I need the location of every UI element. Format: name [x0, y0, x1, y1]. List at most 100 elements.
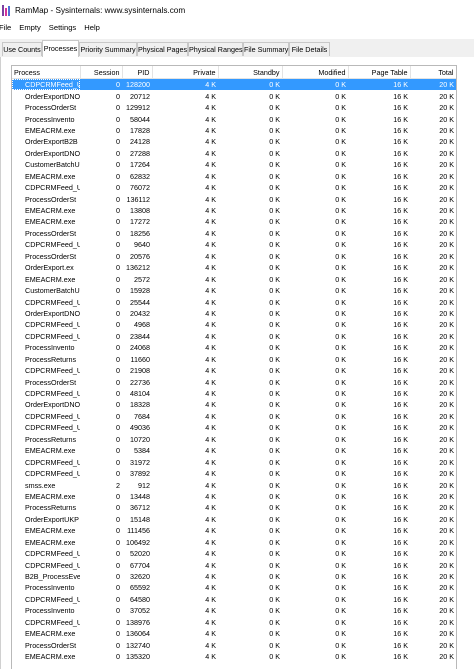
table-row[interactable]: ProcessInvento 0 37052 4 K 0 K 0 K 16 K 20 K	[12, 605, 456, 616]
menu-help[interactable]: Help	[84, 23, 105, 32]
cell-modified: 0 K	[335, 629, 346, 639]
cell-modified: 0 K	[335, 114, 346, 124]
cell-total: 20 K	[439, 297, 454, 307]
table-row[interactable]: ProcessOrderSt 0 136112 4 K 0 K 0 K 16 K 20 K	[12, 193, 456, 204]
table-row[interactable]: ProcessInvento 0 65592 4 K 0 K 0 K 16 K 20 K	[12, 582, 456, 593]
table-row[interactable]: OrderExport.ex 0 136212 4 K 0 K 0 K 16 K 20 K	[12, 262, 456, 273]
cell-pid: 2572	[134, 274, 150, 284]
column-header-total[interactable]: Total	[410, 66, 456, 79]
menu-file[interactable]: File	[0, 23, 16, 32]
column-header-standby[interactable]: Standby	[218, 66, 283, 79]
table-row[interactable]: EMEACRM.exe 0 5384 4 K 0 K 0 K 16 K 20 K	[12, 445, 456, 456]
table-row[interactable]: ProcessOrderSt 0 132740 4 K 0 K 0 K 16 K 20 K	[12, 639, 456, 650]
table-row[interactable]: ProcessInvento 0 58044 4 K 0 K 0 K 16 K 20 K	[12, 113, 456, 124]
table-row[interactable]: CDPCRMFeed_UK.. 0 138976 4 K 0 K 0 K 16 K 20 K	[12, 617, 456, 628]
cell-total: 20 K	[439, 114, 454, 124]
table-row[interactable]: ProcessOrderSt 0 20576 4 K 0 K 0 K 16 K 20 K	[12, 251, 456, 262]
cell-pid: 65592	[130, 583, 150, 593]
tab-priority-summary[interactable]: Priority Summary	[79, 42, 137, 56]
table-row[interactable]: CustomerBatchU 0 15928 4 K 0 K 0 K 16 K 20 K	[12, 285, 456, 296]
cell-private: 4 K	[205, 514, 216, 524]
table-row[interactable]: OrderExportDNO 0 20712 4 K 0 K 0 K 16 K 20 K	[12, 90, 456, 101]
table-row[interactable]: OrderExportB2B 0 24128 4 K 0 K 0 K 16 K 20 K	[12, 136, 456, 147]
cell-total: 20 K	[439, 652, 454, 662]
table-row[interactable]: CDPCRMFeed_UK.. 0 76072 4 K 0 K 0 K 16 K 20 K	[12, 182, 456, 193]
tab-use-counts[interactable]: Use Counts	[2, 42, 42, 56]
table-row[interactable]: EMEACRM.exe 0 17272 4 K 0 K 0 K 16 K 20 K	[12, 216, 456, 227]
cell-total: 20 K	[439, 91, 454, 101]
table-row[interactable]: EMEACRM.exe 0 2572 4 K 0 K 0 K 16 K 20 K	[12, 273, 456, 284]
cell-total: 20 K	[439, 469, 454, 479]
table-row[interactable]: CDPCRMFeed_UK.. 0 7684 4 K 0 K 0 K 16 K 20 K	[12, 411, 456, 422]
column-header-page-table[interactable]: Page Table	[348, 66, 411, 79]
menu-settings[interactable]: Settings	[49, 23, 81, 32]
table-row[interactable]: EMEACRM.exe 0 17828 4 K 0 K 0 K 16 K 20 K	[12, 125, 456, 136]
table-row[interactable]: CDPCRMFeed_UK.. 0 48104 4 K 0 K 0 K 16 K 20 K	[12, 388, 456, 399]
table-row[interactable]: OrderExportDNO 0 20432 4 K 0 K 0 K 16 K 20 K	[12, 308, 456, 319]
table-row[interactable]: CDPCRMFeed_UK..01282004 K0 K0 K16 K20 K	[12, 78, 456, 91]
table-row[interactable]: ProcessOrderSt 0 22736 4 K 0 K 0 K 16 K 20 K	[12, 376, 456, 387]
table-row[interactable]: EMEACRM.exe 0 136064 4 K 0 K 0 K 16 K 20 K	[12, 628, 456, 639]
table-row[interactable]: CDPCRMFeed_UK.. 0 21908 4 K 0 K 0 K 16 K 20 K	[12, 365, 456, 376]
tab-physical-ranges[interactable]: Physical Ranges	[188, 42, 243, 56]
cell-process-name: CustomerBatchU	[25, 160, 80, 170]
table-row[interactable]: CustomerBatchU 0 17264 4 K 0 K 0 K 16 K 20 K	[12, 159, 456, 170]
vertical-scrollbar[interactable]	[465, 65, 474, 669]
cell-pid: 9640	[134, 240, 150, 250]
cell-modified: 0 K	[335, 125, 346, 135]
column-header-pid[interactable]: PID	[122, 66, 153, 79]
table-row[interactable]: ProcessInvento 0 24068 4 K 0 K 0 K 16 K 20 K	[12, 342, 456, 353]
cell-process-name: EMEACRM.exe	[25, 446, 76, 456]
cell-process-name: EMEACRM.exe	[25, 537, 76, 547]
tab-physical-pages[interactable]: Physical Pages	[137, 42, 188, 56]
table-row[interactable]: EMEACRM.exe 0 13808 4 K 0 K 0 K 16 K 20 K	[12, 205, 456, 216]
cell-page-table: 16 K	[393, 606, 408, 616]
cell-session: 0	[116, 343, 120, 353]
tab-file-summary[interactable]: File Summary	[243, 42, 289, 56]
cell-session: 0	[116, 434, 120, 444]
tab-file-details[interactable]: File Details	[289, 42, 330, 56]
cell-session: 2	[116, 480, 120, 490]
table-row[interactable]: CDPCRMFeed_UK.. 0 67704 4 K 0 K 0 K 16 K 20 K	[12, 559, 456, 570]
cell-private: 4 K	[205, 400, 216, 410]
table-row[interactable]: OrderExportUKP 0 15148 4 K 0 K 0 K 16 K 20 K	[12, 514, 456, 525]
cell-modified: 0 K	[335, 137, 346, 147]
table-row[interactable]: ProcessReturns 0 36712 4 K 0 K 0 K 16 K 20 K	[12, 502, 456, 513]
column-header-session[interactable]: Session	[80, 66, 123, 79]
cell-session: 0	[116, 160, 120, 170]
table-row[interactable]: ProcessReturns 0 10720 4 K 0 K 0 K 16 K 20 K	[12, 434, 456, 445]
table-row[interactable]: EMEACRM.exe 0 106492 4 K 0 K 0 K 16 K 20 K	[12, 537, 456, 548]
table-row[interactable]: CDPCRMFeed_UK.. 0 49036 4 K 0 K 0 K 16 K 20 K	[12, 422, 456, 433]
table-row[interactable]: OrderExportDNO 0 18328 4 K 0 K 0 K 16 K 20 K	[12, 399, 456, 410]
table-row[interactable]: CDPCRMFeed_UK.. 0 31972 4 K 0 K 0 K 16 K 20 K	[12, 456, 456, 467]
table-row[interactable]: CDPCRMFeed_UK.. 0 52020 4 K 0 K 0 K 16 K 20 K	[12, 548, 456, 559]
table-row[interactable]: CDPCRMFeed_UK.. 0 4968 4 K 0 K 0 K 16 K 20 K	[12, 319, 456, 330]
table-row[interactable]: EMEACRM.exe 0 135320 4 K 0 K 0 K 16 K 20 K	[12, 651, 456, 662]
process-list[interactable]: Process Session PID ^ Private Standby Mod…	[11, 65, 457, 669]
table-row[interactable]: CDPCRMFeed_UK.. 0 23844 4 K 0 K 0 K 16 K 20 K	[12, 331, 456, 342]
table-row[interactable]: CDPCRMFeed_UK.. 0 9640 4 K 0 K 0 K 16 K 20 K	[12, 239, 456, 250]
cell-private: 4 K	[205, 434, 216, 444]
cell-total: 20 K	[439, 228, 454, 238]
table-row[interactable]: EMEACRM.exe 0 13448 4 K 0 K 0 K 16 K 20 K	[12, 491, 456, 502]
table-row[interactable]: smss.exe 2 912 4 K 0 K 0 K 16 K 20 K	[12, 479, 456, 490]
cell-session: 0	[116, 629, 120, 639]
table-row[interactable]: ProcessReturns 0 11660 4 K 0 K 0 K 16 K 20 K	[12, 354, 456, 365]
column-header-private[interactable]: ^ Private	[152, 66, 219, 79]
column-header-modified[interactable]: Modified	[282, 66, 349, 79]
table-row[interactable]: B2B_ProcessEve 0 32620 4 K 0 K 0 K 16 K 20 K	[12, 571, 456, 582]
tab-processes[interactable]: Processes	[42, 40, 79, 57]
table-row[interactable]: CDPCRMFeed_UK.. 0 37892 4 K 0 K 0 K 16 K 20 K	[12, 468, 456, 479]
table-row[interactable]: OrderExportDNO 0 27288 4 K 0 K 0 K 16 K 20 K	[12, 148, 456, 159]
table-row[interactable]: EMEACRM.exe 0 62832 4 K 0 K 0 K 16 K 20 K	[12, 171, 456, 182]
table-row[interactable]: CDPCRMFeed_UK.. 0 64580 4 K 0 K 0 K 16 K 20 K	[12, 594, 456, 605]
menu-empty[interactable]: Empty	[19, 23, 46, 32]
cell-session: 0	[116, 171, 120, 181]
table-row[interactable]: EMEACRM.exe 0 111456 4 K 0 K 0 K 16 K 20 K	[12, 525, 456, 536]
table-row[interactable]: ProcessOrderSt 0 129912 4 K 0 K 0 K 16 K 20 K	[12, 102, 456, 113]
table-row[interactable]: ProcessOrderSt 0 18256 4 K 0 K 0 K 16 K 20 K	[12, 228, 456, 239]
cell-total: 20 K	[439, 263, 454, 273]
column-header-process[interactable]: Process	[12, 66, 81, 79]
table-row[interactable]: CDPCRMFeed_UK.. 0 25544 4 K 0 K 0 K 16 K 20 K	[12, 296, 456, 307]
cell-private: 4 K	[205, 503, 216, 513]
